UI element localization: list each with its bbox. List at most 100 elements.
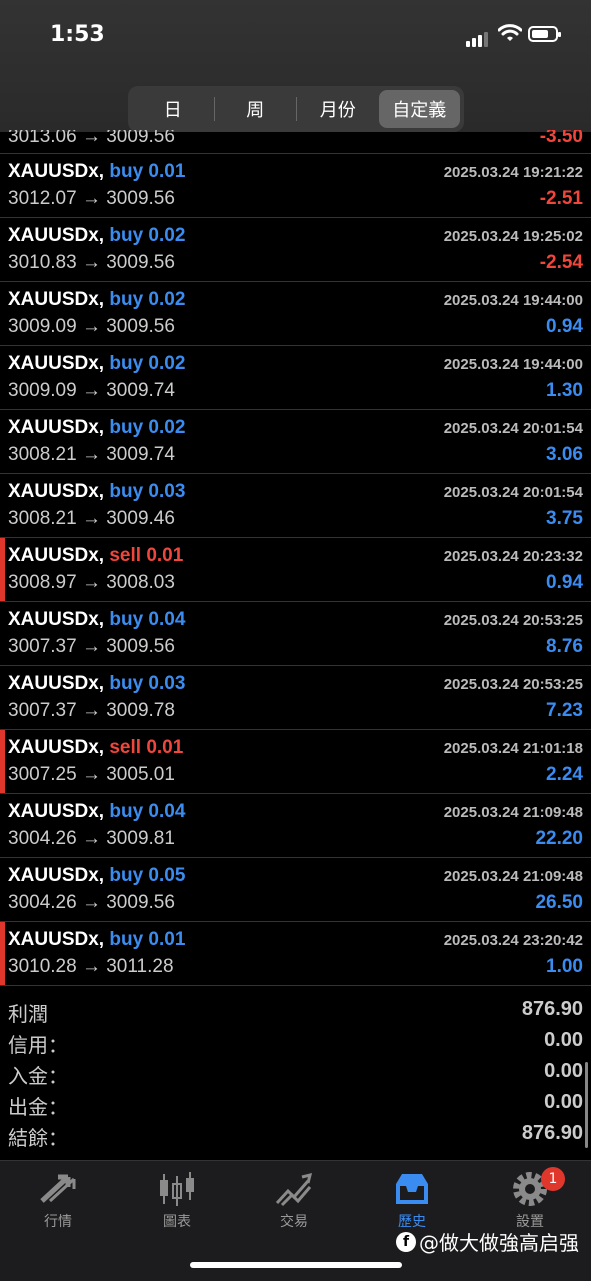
summary-value: 876.90 [521, 998, 583, 1020]
facebook-icon: f [396, 1231, 416, 1252]
summary-value: 0.00 [544, 1029, 583, 1051]
summary-label: 利潤 [8, 1002, 48, 1026]
trade-prices: 3004.26 → 3009.81 [8, 828, 175, 849]
trade-title: XAUUSDx, buy 0.02 [8, 353, 185, 375]
trade-title: XAUUSDx, buy 0.02 [8, 417, 185, 439]
trade-date: 2025.03.24 20:53:25 [443, 676, 583, 693]
trade-symbol: XAUUSDx, [8, 161, 105, 182]
trade-prices: 3012.07 → 3009.56 [8, 188, 175, 209]
history-inbox-icon [367, 1169, 457, 1209]
period-custom[interactable]: 自定義 [378, 90, 460, 128]
summary-deposit: 入金： 0.00 [0, 1058, 591, 1089]
scrollbar[interactable] [585, 1062, 588, 1148]
trade-row[interactable]: XAUUSDx, buy 0.04 2025.03.24 21:09:48 3004… [0, 794, 591, 858]
trade-row[interactable]: XAUUSDx, buy 0.02 2025.03.24 19:25:02 3010… [0, 218, 591, 282]
trade-date: 2025.03.24 23:20:42 [443, 932, 583, 949]
trade-side-lot: buy 0.03 [109, 481, 186, 502]
trade-row-partial[interactable]: 3013.06 → 3009.56 -3.50 [0, 130, 591, 154]
summary-balance: 結餘： 876.90 [0, 1120, 591, 1151]
trade-profit: 2.24 [546, 764, 583, 785]
trade-prices: 3007.37 → 3009.78 [8, 700, 175, 721]
summary-value: 0.00 [544, 1091, 583, 1113]
trade-prices: 3009.09 → 3009.74 [8, 380, 175, 401]
trade-row[interactable]: XAUUSDx, buy 0.03 2025.03.24 20:53:25 3007… [0, 666, 591, 730]
trade-profit: 7.23 [546, 700, 583, 721]
period-month[interactable]: 月份 [297, 90, 379, 128]
trade-date: 2025.03.24 20:53:25 [443, 612, 583, 629]
trade-symbol: XAUUSDx, [8, 225, 105, 246]
trade-prices: 3008.21 → 3009.74 [8, 444, 175, 465]
trade-trend-icon [249, 1169, 339, 1209]
trade-profit: 0.94 [546, 316, 583, 337]
tab-history[interactable]: 歷史 [367, 1169, 457, 1231]
trade-profit: 22.20 [535, 828, 583, 849]
trade-profit: 1.30 [546, 380, 583, 401]
trade-side-lot: buy 0.02 [109, 289, 186, 310]
trade-symbol: XAUUSDx, [8, 673, 105, 694]
trade-symbol: XAUUSDx, [8, 417, 105, 438]
trade-prices: 3013.06 → 3009.56 [8, 130, 175, 147]
trade-prices: 3010.83 → 3009.56 [8, 252, 175, 273]
trade-date: 2025.03.24 20:23:32 [443, 548, 583, 565]
trade-row[interactable]: XAUUSDx, sell 0.01 2025.03.24 21:01:18 300… [0, 730, 591, 794]
trade-row[interactable]: XAUUSDx, buy 0.01 2025.03.24 23:20:42 3010… [0, 922, 591, 986]
tab-trade[interactable]: 交易 [249, 1169, 339, 1231]
quotes-arrows-icon [13, 1169, 103, 1209]
trade-profit: 8.76 [546, 636, 583, 657]
trade-history-list[interactable]: 3013.06 → 3009.56 -3.50 XAUUSDx, buy 0.0… [0, 130, 591, 986]
trade-prices: 3009.09 → 3009.56 [8, 316, 175, 337]
trade-date: 2025.03.24 20:01:54 [443, 484, 583, 501]
trade-symbol: XAUUSDx, [8, 737, 105, 758]
trade-symbol: XAUUSDx, [8, 929, 105, 950]
tab-settings[interactable]: 1 設置 [485, 1167, 575, 1231]
status-time: 1:53 [50, 22, 105, 47]
period-week[interactable]: 周 [215, 90, 297, 128]
summary-label: 結餘： [8, 1126, 68, 1150]
trade-symbol: XAUUSDx, [8, 289, 105, 310]
trade-title: XAUUSDx, sell 0.01 [8, 737, 183, 759]
trade-profit: 3.75 [546, 508, 583, 529]
cellular-signal-icon [466, 28, 490, 47]
tab-charts[interactable]: 圖表 [132, 1169, 222, 1231]
summary-profit: 利潤 876.90 [0, 996, 591, 1027]
period-day[interactable]: 日 [132, 90, 214, 128]
trade-profit: 26.50 [535, 892, 583, 913]
summary-value: 0.00 [544, 1060, 583, 1082]
trade-title: XAUUSDx, buy 0.01 [8, 161, 185, 183]
trade-row[interactable]: XAUUSDx, buy 0.02 2025.03.24 19:44:00 3009… [0, 346, 591, 410]
period-selector: 日 周 月份 自定義 [128, 86, 464, 132]
trade-side-lot: buy 0.03 [109, 673, 186, 694]
tab-label: 交易 [280, 1214, 308, 1230]
trade-symbol: XAUUSDx, [8, 609, 105, 630]
trade-row[interactable]: XAUUSDx, buy 0.01 2025.03.24 19:21:22 3012… [0, 154, 591, 218]
trade-date: 2025.03.24 19:21:22 [443, 164, 583, 181]
trade-side-lot: buy 0.02 [109, 417, 186, 438]
trade-row[interactable]: XAUUSDx, buy 0.02 2025.03.24 19:44:00 3009… [0, 282, 591, 346]
trade-profit: -2.54 [539, 252, 583, 273]
notification-badge: 1 [541, 1167, 565, 1191]
trade-symbol: XAUUSDx, [8, 865, 105, 886]
trade-row[interactable]: XAUUSDx, sell 0.01 2025.03.24 20:23:32 300… [0, 538, 591, 602]
trade-title: XAUUSDx, buy 0.02 [8, 289, 185, 311]
summary-withdrawal: 出金： 0.00 [0, 1089, 591, 1120]
trade-symbol: XAUUSDx, [8, 481, 105, 502]
trade-row[interactable]: XAUUSDx, buy 0.02 2025.03.24 20:01:54 3008… [0, 410, 591, 474]
watermark: f @做大做強高启强 [396, 1227, 579, 1256]
trade-profit: 0.94 [546, 572, 583, 593]
trade-title: XAUUSDx, buy 0.02 [8, 225, 185, 247]
trade-prices: 3007.25 → 3005.01 [8, 764, 175, 785]
account-summary: 利潤 876.90 信用： 0.00 入金： 0.00 出金： 0.00 結餘：… [0, 996, 591, 1151]
trade-side-lot: buy 0.01 [109, 929, 186, 950]
trade-row[interactable]: XAUUSDx, buy 0.04 2025.03.24 20:53:25 3007… [0, 602, 591, 666]
trade-row[interactable]: XAUUSDx, buy 0.05 2025.03.24 21:09:48 3004… [0, 858, 591, 922]
trade-title: XAUUSDx, buy 0.01 [8, 929, 185, 951]
trade-side-lot: buy 0.02 [109, 225, 186, 246]
trade-symbol: XAUUSDx, [8, 801, 105, 822]
trade-profit: -3.50 [539, 130, 583, 147]
trade-prices: 3008.21 → 3009.46 [8, 508, 175, 529]
tab-quotes[interactable]: 行情 [13, 1169, 103, 1231]
trade-row[interactable]: XAUUSDx, buy 0.03 2025.03.24 20:01:54 3008… [0, 474, 591, 538]
trade-prices: 3008.97 → 3008.03 [8, 572, 175, 593]
home-indicator[interactable] [190, 1262, 402, 1268]
candlestick-chart-icon [132, 1169, 222, 1209]
